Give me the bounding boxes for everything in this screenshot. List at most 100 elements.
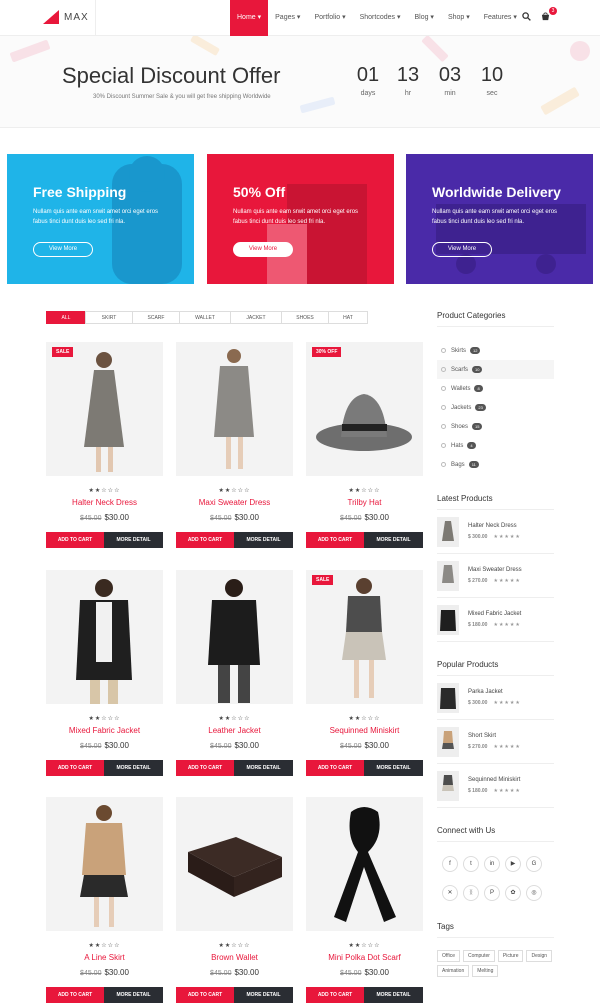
product-name[interactable]: Brown Wallet: [176, 953, 293, 962]
category-item-scarfs[interactable]: Scarfs 10: [437, 360, 554, 379]
product-image[interactable]: 30% OFF: [306, 342, 423, 476]
tag-computer[interactable]: Computer: [462, 950, 495, 962]
nav-shop[interactable]: Shop ▾: [441, 0, 477, 36]
category-label: Wallets: [451, 385, 471, 392]
filter-skirt[interactable]: SKIRT: [85, 311, 133, 324]
tags-title: Tags: [437, 922, 554, 938]
tag-design[interactable]: Design: [526, 950, 553, 962]
more-detail-button[interactable]: MORE DETAIL: [234, 987, 293, 1003]
nav-portfolio[interactable]: Portfolio ▾: [307, 0, 352, 36]
nav-home[interactable]: Home ▾: [230, 0, 269, 36]
tag-picture[interactable]: Picture: [497, 950, 524, 962]
product-image[interactable]: [176, 342, 293, 476]
add-to-cart-button[interactable]: ADD TO CART: [306, 532, 364, 548]
latest-product-item[interactable]: Mixed Fabric Jacket $ 180.00 ★★★★★: [437, 598, 554, 642]
product-name[interactable]: Trilby Hat: [306, 498, 423, 507]
promo-50-off: 50% Off Nullam quis ante eam srwit amet …: [207, 154, 394, 284]
vk-icon[interactable]: ᛝ: [463, 885, 479, 901]
add-to-cart-button[interactable]: ADD TO CART: [46, 760, 104, 776]
pinterest-icon[interactable]: P: [484, 885, 500, 901]
confetti-decoration: [190, 36, 220, 56]
add-to-cart-button[interactable]: ADD TO CART: [46, 987, 104, 1003]
product-image[interactable]: [306, 797, 423, 931]
linkedin-icon[interactable]: in: [484, 856, 500, 872]
google-plus-icon[interactable]: G: [526, 856, 542, 872]
tag-melting[interactable]: Melting: [472, 965, 499, 977]
category-item-hats[interactable]: Hats 4: [437, 436, 554, 455]
product-name[interactable]: A Line Skirt: [46, 953, 163, 962]
more-detail-button[interactable]: MORE DETAIL: [364, 532, 423, 548]
facebook-icon[interactable]: f: [442, 856, 458, 872]
promo-view-more-button[interactable]: View More: [432, 242, 492, 257]
add-to-cart-button[interactable]: ADD TO CART: [306, 760, 364, 776]
category-item-bags[interactable]: Bags 11: [437, 455, 554, 474]
filter-scarf[interactable]: SCARF: [132, 311, 180, 324]
filter-all[interactable]: ALL: [46, 311, 86, 324]
product-thumbnail: [437, 726, 459, 757]
product-name[interactable]: Mixed Fabric Jacket: [46, 726, 163, 735]
filter-wallet[interactable]: WALLET: [179, 311, 231, 324]
more-detail-button[interactable]: MORE DETAIL: [104, 760, 163, 776]
more-detail-button[interactable]: MORE DETAIL: [104, 532, 163, 548]
nav-pages[interactable]: Pages ▾: [268, 0, 307, 36]
product-image[interactable]: SALE: [46, 342, 163, 476]
product-image[interactable]: SALE: [306, 570, 423, 704]
more-detail-button[interactable]: MORE DETAIL: [364, 987, 423, 1003]
nav-blog[interactable]: Blog ▾: [407, 0, 440, 36]
tag-office[interactable]: Office: [437, 950, 460, 962]
latest-product-item[interactable]: Halter Neck Dress $ 300.00 ★★★★★: [437, 510, 554, 554]
price-text: $ 270.00: [468, 744, 488, 750]
popular-product-item[interactable]: Sequinned Miniskirt $ 180.00 ★★★★★: [437, 764, 554, 808]
product-name[interactable]: Sequinned Miniskirt: [306, 726, 423, 735]
promo-view-more-button[interactable]: View More: [33, 242, 93, 257]
filter-shoes[interactable]: SHOES: [281, 311, 329, 324]
add-to-cart-button[interactable]: ADD TO CART: [306, 987, 364, 1003]
filter-jacket[interactable]: JACKET: [230, 311, 282, 324]
current-price: $30.00: [364, 741, 389, 750]
product-image[interactable]: [176, 570, 293, 704]
add-to-cart-button[interactable]: ADD TO CART: [176, 532, 234, 548]
countdown-days: 01 days: [348, 64, 388, 97]
more-detail-button[interactable]: MORE DETAIL: [364, 760, 423, 776]
site-logo[interactable]: I MAX: [43, 10, 89, 24]
product-image[interactable]: [176, 797, 293, 931]
nav-shortcodes[interactable]: Shortcodes ▾: [353, 0, 408, 36]
add-to-cart-button[interactable]: ADD TO CART: [176, 987, 234, 1003]
more-detail-button[interactable]: MORE DETAIL: [234, 532, 293, 548]
latest-product-item[interactable]: Maxi Sweater Dress $ 270.00 ★★★★★: [437, 554, 554, 598]
category-item-wallets[interactable]: Wallets 8: [437, 379, 554, 398]
bullet-icon: [441, 367, 446, 372]
category-item-jackets[interactable]: Jackets 23: [437, 398, 554, 417]
add-to-cart-button[interactable]: ADD TO CART: [46, 532, 104, 548]
popular-product-item[interactable]: Short Skirt $ 270.00 ★★★★★: [437, 720, 554, 764]
product-image[interactable]: [46, 570, 163, 704]
youtube-icon[interactable]: ▶: [505, 856, 521, 872]
product-card: ★★☆☆☆ Maxi Sweater Dress $45.00 $30.00 AD…: [176, 342, 293, 548]
product-name[interactable]: Maxi Sweater Dress: [176, 498, 293, 507]
search-icon[interactable]: [522, 12, 531, 23]
category-item-shoes[interactable]: Shoes 15: [437, 417, 554, 436]
rating-stars: ★★☆☆☆: [218, 943, 251, 949]
product-image[interactable]: [46, 797, 163, 931]
product-name[interactable]: Mini Polka Dot Scarf: [306, 953, 423, 962]
logo-icon: I: [43, 10, 69, 24]
popular-product-item[interactable]: Parka Jacket $ 300.00 ★★★★★: [437, 676, 554, 720]
product-price: $ 300.00 ★★★★★: [468, 534, 521, 540]
promo-view-more-button[interactable]: View More: [233, 242, 293, 257]
tag-animation[interactable]: Animation: [437, 965, 470, 977]
weibo-icon[interactable]: ◎: [526, 885, 542, 901]
cart-icon[interactable]: 3: [541, 7, 557, 23]
rating-stars: ★★★★★: [493, 788, 521, 794]
category-item-skirts[interactable]: Skirts 12: [437, 341, 554, 360]
twitter-icon[interactable]: t: [463, 856, 479, 872]
more-detail-button[interactable]: MORE DETAIL: [234, 760, 293, 776]
dribbble-icon[interactable]: ✿: [505, 885, 521, 901]
xing-icon[interactable]: ✕: [442, 885, 458, 901]
product-name[interactable]: Halter Neck Dress: [46, 498, 163, 507]
more-detail-button[interactable]: MORE DETAIL: [104, 987, 163, 1003]
product-name[interactable]: Leather Jacket: [176, 726, 293, 735]
add-to-cart-button[interactable]: ADD TO CART: [176, 760, 234, 776]
nav-features[interactable]: Features ▾: [477, 0, 524, 36]
filter-hat[interactable]: HAT: [328, 311, 368, 324]
rating-stars: ★★★★★: [493, 578, 521, 584]
